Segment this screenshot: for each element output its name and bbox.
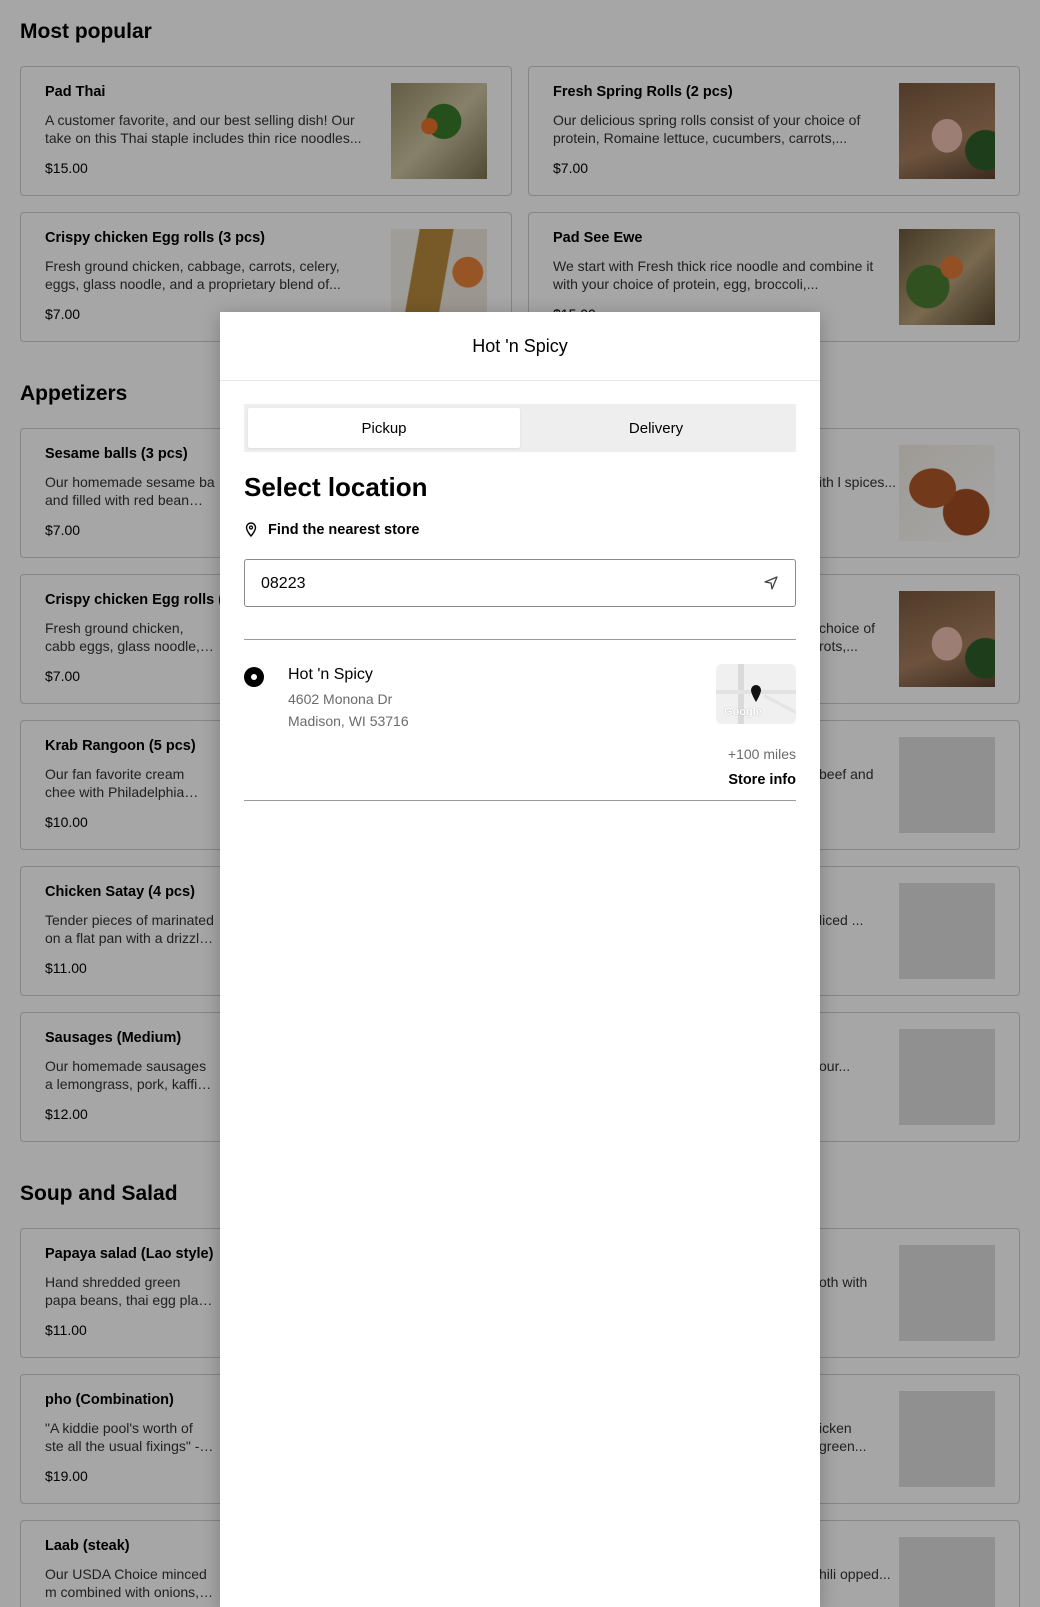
map-pin-icon xyxy=(751,685,761,702)
divider xyxy=(244,639,796,640)
location-modal: Hot 'n Spicy Pickup Delivery Select loca… xyxy=(220,312,820,1607)
map-road xyxy=(763,694,796,716)
store-info-link[interactable]: Store info xyxy=(728,772,796,788)
select-location-heading: Select location xyxy=(244,472,428,502)
modal-title: Hot 'n Spicy xyxy=(472,336,568,356)
zip-input[interactable] xyxy=(261,572,741,596)
delivery-tab[interactable]: Delivery xyxy=(520,408,792,448)
order-type-toggle: Pickup Delivery xyxy=(244,404,796,452)
find-nearest-store-label: Find the nearest store xyxy=(268,522,420,538)
store-map-thumbnail[interactable]: Google xyxy=(716,664,796,724)
store-radio-selected[interactable] xyxy=(244,667,264,687)
store-option[interactable]: Hot 'n Spicy 4602 Monona Dr Madison, WI … xyxy=(244,664,796,794)
pickup-tab[interactable]: Pickup xyxy=(248,408,520,448)
map-attribution: Google xyxy=(724,706,762,718)
store-name: Hot 'n Spicy xyxy=(288,666,373,683)
navigation-arrow-icon[interactable] xyxy=(763,575,779,591)
store-address-line2: Madison, WI 53716 xyxy=(288,713,409,729)
divider xyxy=(244,800,796,801)
find-nearest-store-button[interactable]: Find the nearest store xyxy=(244,522,419,538)
location-pin-icon xyxy=(245,522,257,538)
store-distance: +100 miles xyxy=(727,746,796,762)
zip-search-field[interactable] xyxy=(244,559,796,607)
modal-header: Hot 'n Spicy xyxy=(220,312,820,381)
store-address-line1: 4602 Monona Dr xyxy=(288,691,393,707)
